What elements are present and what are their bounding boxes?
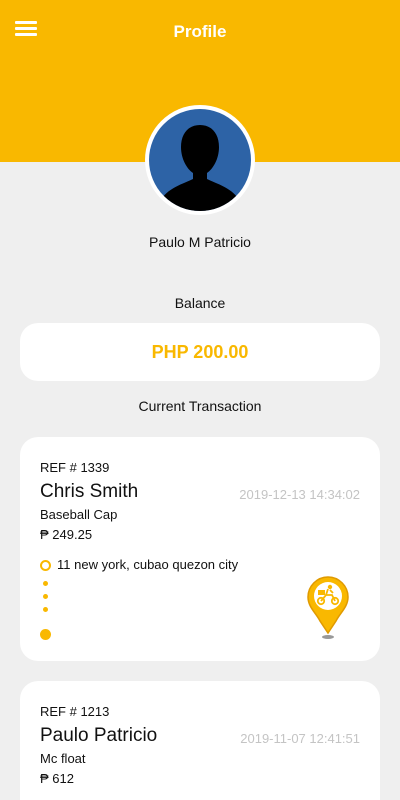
route-end-icon	[40, 629, 51, 640]
route-dot-icon	[43, 581, 48, 586]
transaction-card[interactable]: REF # 1213 Paulo Patricio 2019-11-07 12:…	[20, 681, 380, 800]
customer-name: Chris Smith	[40, 481, 139, 502]
customer-name: Paulo Patricio	[40, 725, 158, 746]
balance-label: Balance	[174, 295, 226, 311]
transaction-card[interactable]: REF # 1339 Chris Smith 2019-12-13 14:34:…	[20, 437, 380, 661]
item-price: ₱ 612	[40, 771, 74, 786]
route-start-icon	[40, 560, 51, 571]
page-title: Profile	[173, 22, 227, 41]
item-name: Mc float	[40, 751, 86, 766]
item-price: ₱ 249.25	[40, 527, 93, 542]
item-name: Baseball Cap	[40, 507, 118, 522]
transaction-timestamp: 2019-11-07 12:41:51	[240, 731, 360, 746]
current-transaction-label: Current Transaction	[138, 398, 262, 414]
delivery-rider-pin-icon[interactable]	[306, 575, 350, 641]
user-name: Paulo M Patricio	[149, 234, 251, 250]
person-silhouette-icon	[149, 109, 251, 211]
balance-card: PHP 200.00	[20, 323, 380, 381]
transaction-timestamp: 2019-12-13 14:34:02	[239, 487, 360, 502]
avatar[interactable]	[145, 105, 255, 215]
route-dot-icon	[43, 594, 48, 599]
transaction-ref: REF # 1213	[40, 704, 110, 719]
transaction-ref: REF # 1339	[40, 460, 110, 475]
route-dot-icon	[43, 607, 48, 612]
delivery-address: 11 new york, cubao quezon city	[57, 557, 239, 572]
balance-amount: PHP 200.00	[151, 341, 249, 362]
